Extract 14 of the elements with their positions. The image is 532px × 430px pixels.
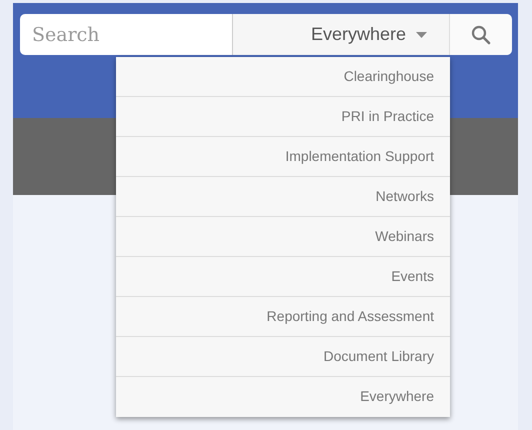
menu-item[interactable]: PRI in Practice: [116, 97, 450, 137]
menu-item[interactable]: Everywhere: [116, 377, 450, 417]
scope-dropdown[interactable]: Everywhere: [233, 14, 450, 55]
search-icon: [471, 24, 491, 44]
menu-item[interactable]: Implementation Support: [116, 137, 450, 177]
menu-item[interactable]: Clearinghouse: [116, 57, 450, 97]
menu-item[interactable]: Events: [116, 257, 450, 297]
menu-item[interactable]: Networks: [116, 177, 450, 217]
search-button[interactable]: [450, 14, 512, 55]
menu-item[interactable]: Webinars: [116, 217, 450, 257]
menu-item[interactable]: Reporting and Assessment: [116, 297, 450, 337]
search-field[interactable]: Search: [20, 14, 233, 55]
caret-icon: [416, 32, 427, 38]
menu-item[interactable]: Document Library: [116, 337, 450, 377]
